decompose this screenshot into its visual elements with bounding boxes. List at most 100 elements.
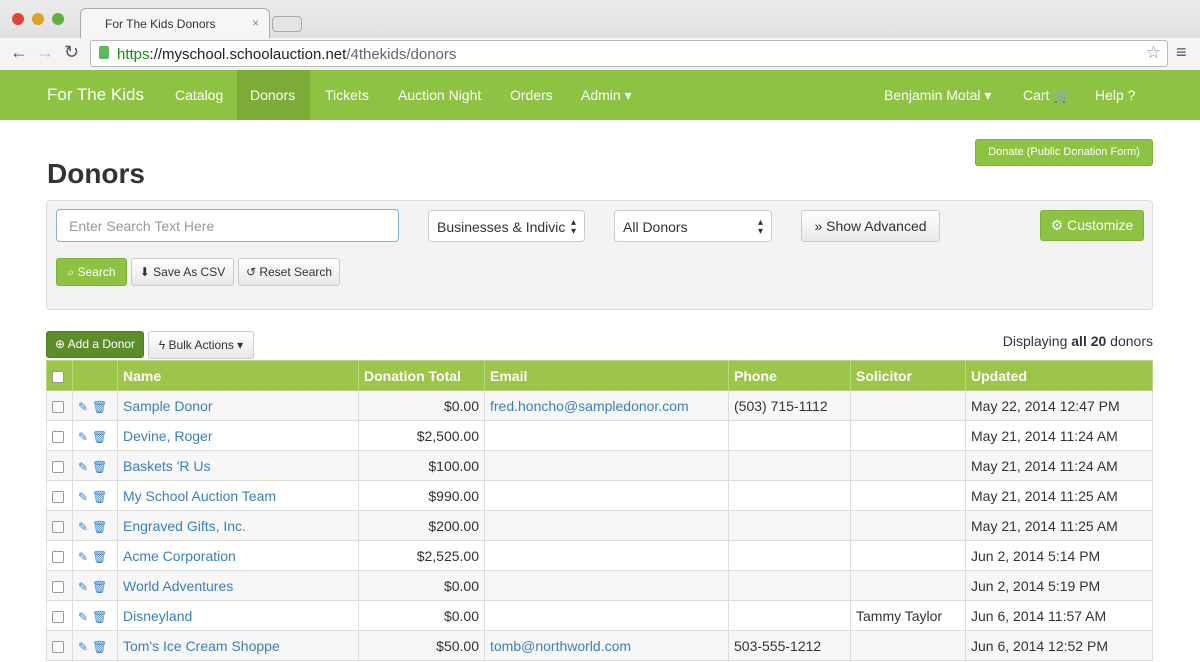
row-checkbox[interactable] [52, 640, 64, 653]
browser-tab[interactable]: For The Kids Donors × [80, 8, 270, 38]
back-icon[interactable]: ← [10, 42, 28, 63]
donate-public-form-button[interactable]: Donate (Public Donation Form) [975, 139, 1153, 166]
row-select-cell[interactable] [46, 510, 73, 541]
reload-icon[interactable]: ↻ [64, 42, 79, 63]
bulk-actions-button[interactable]: ϟ Bulk Actions ▾ [148, 331, 254, 359]
close-tab-icon[interactable]: × [252, 16, 259, 30]
nav-help[interactable]: Help ? [1082, 70, 1148, 120]
donor-filter-select[interactable]: All Donors ▴ ▾ [614, 210, 772, 242]
donation-total: $2,500.00 [358, 420, 485, 451]
updated: Jun 2, 2014 5:19 PM [965, 570, 1153, 601]
trash-icon[interactable]: 🗑 [92, 400, 107, 414]
donor-name-link[interactable]: Baskets 'R Us [123, 458, 210, 474]
row-checkbox[interactable] [52, 400, 64, 413]
edit-icon[interactable]: ✎ [78, 490, 88, 504]
page-title: Donors [47, 158, 145, 189]
edit-icon[interactable]: ✎ [78, 460, 88, 474]
header-updated[interactable]: Updated [965, 360, 1153, 391]
nav-user-menu[interactable]: Benjamin Motal ▾ [871, 70, 1004, 120]
solicitor [850, 540, 966, 571]
email-link[interactable]: fred.honcho@sampledonor.com [490, 398, 689, 414]
row-checkbox[interactable] [52, 460, 64, 473]
donor-name-link[interactable]: Devine, Roger [123, 428, 213, 444]
row-checkbox[interactable] [52, 430, 64, 443]
donor-name-link[interactable]: World Adventures [123, 578, 233, 594]
row-select-cell[interactable] [46, 570, 73, 601]
maximize-window-icon[interactable] [52, 13, 64, 25]
trash-icon[interactable]: 🗑 [92, 610, 107, 624]
trash-icon[interactable]: 🗑 [92, 550, 107, 564]
trash-icon[interactable]: 🗑 [92, 520, 107, 534]
row-select-cell[interactable] [46, 390, 73, 421]
search-input[interactable]: Enter Search Text Here [56, 209, 399, 242]
donor-name-link[interactable]: Engraved Gifts, Inc. [123, 518, 246, 534]
nav-tickets[interactable]: Tickets [312, 70, 382, 120]
row-select-cell[interactable] [46, 540, 73, 571]
header-name[interactable]: Name [117, 360, 359, 391]
row-select-cell[interactable] [46, 420, 73, 451]
nav-orders[interactable]: Orders [497, 70, 566, 120]
menu-icon[interactable]: ≡ [1176, 42, 1187, 63]
donor-name-link[interactable]: Tom's Ice Cream Shoppe [123, 638, 280, 654]
edit-icon[interactable]: ✎ [78, 610, 88, 624]
row-select-cell[interactable] [46, 450, 73, 481]
donor-name-link[interactable]: My School Auction Team [123, 488, 276, 504]
donor-name-link[interactable]: Sample Donor [123, 398, 213, 414]
brand-link[interactable]: For The Kids [34, 70, 157, 120]
nav-admin[interactable]: Admin ▾ [568, 70, 645, 120]
display-suffix: donors [1106, 333, 1153, 349]
trash-icon[interactable]: 🗑 [92, 640, 107, 654]
phone: 503-555-1212 [728, 630, 851, 661]
donor-name-link[interactable]: Acme Corporation [123, 548, 236, 564]
edit-icon[interactable]: ✎ [78, 400, 88, 414]
phone [728, 480, 851, 511]
add-donor-button[interactable]: ⊕ Add a Donor [46, 331, 144, 358]
edit-icon[interactable]: ✎ [78, 430, 88, 444]
trash-icon[interactable]: 🗑 [92, 430, 107, 444]
nav-donors[interactable]: Donors [237, 70, 310, 120]
bookmark-star-icon[interactable]: ☆ [1146, 43, 1161, 63]
url-host: ://myschool.schoolauction.net [149, 46, 347, 63]
close-window-icon[interactable] [12, 13, 24, 25]
save-csv-button[interactable]: ⬇ Save As CSV [131, 258, 234, 286]
header-email[interactable]: Email [484, 360, 729, 391]
customize-button[interactable]: ⚙ Customize [1040, 210, 1144, 241]
row-select-cell[interactable] [46, 630, 73, 661]
donor-name-link[interactable]: Disneyland [123, 608, 192, 624]
nav-catalog[interactable]: Catalog [162, 70, 236, 120]
url-scheme: https [117, 46, 150, 63]
edit-icon[interactable]: ✎ [78, 580, 88, 594]
show-advanced-button[interactable]: » Show Advanced [801, 210, 940, 242]
row-checkbox[interactable] [52, 490, 64, 503]
edit-icon[interactable]: ✎ [78, 550, 88, 564]
trash-icon[interactable]: 🗑 [92, 580, 107, 594]
nav-auction-night[interactable]: Auction Night [385, 70, 494, 120]
minimize-window-icon[interactable] [32, 13, 44, 25]
trash-icon[interactable]: 🗑 [92, 460, 107, 474]
header-solicitor[interactable]: Solicitor [850, 360, 966, 391]
reset-search-button[interactable]: ↺ Reset Search [238, 258, 340, 286]
forward-icon[interactable]: → [36, 42, 54, 63]
search-button[interactable]: ⌕ Search [56, 258, 127, 286]
email-link[interactable]: tomb@northworld.com [490, 638, 631, 654]
header-donation-total[interactable]: Donation Total [358, 360, 485, 391]
trash-icon[interactable]: 🗑 [92, 490, 107, 504]
header-phone[interactable]: Phone [728, 360, 851, 391]
row-checkbox[interactable] [52, 580, 64, 593]
row-checkbox[interactable] [52, 610, 64, 623]
nav-cart[interactable]: Cart 🛒 [1010, 70, 1084, 120]
new-tab-button[interactable] [272, 16, 302, 32]
donor-type-select[interactable]: Businesses & Indivic ▴ ▾ [428, 210, 585, 242]
table-row: ✎ 🗑 Baskets 'R Us $100.00 May 21, 2014 1… [46, 450, 1153, 481]
donation-total: $990.00 [358, 480, 485, 511]
row-checkbox[interactable] [52, 520, 64, 533]
edit-icon[interactable]: ✎ [78, 640, 88, 654]
edit-icon[interactable]: ✎ [78, 520, 88, 534]
row-select-cell[interactable] [46, 480, 73, 511]
address-bar[interactable]: https://myschool.schoolauction.net/4thek… [90, 40, 1168, 67]
select-all-checkbox[interactable] [52, 370, 64, 383]
row-checkbox[interactable] [52, 550, 64, 563]
row-select-cell[interactable] [46, 600, 73, 631]
display-count: Displaying all 20 donors [1003, 333, 1153, 349]
select-all-cell[interactable] [46, 360, 73, 391]
